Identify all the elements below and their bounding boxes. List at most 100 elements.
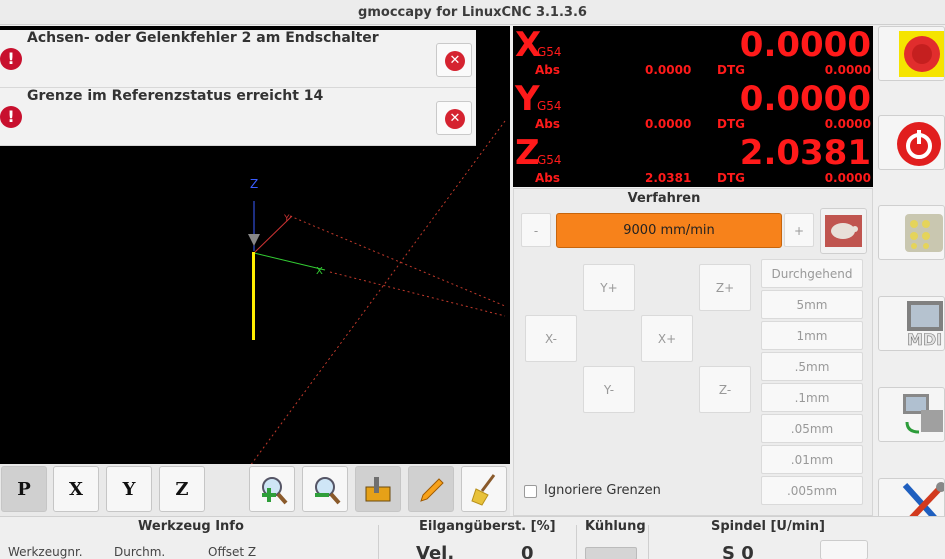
spindle-control-button[interactable] (820, 540, 868, 559)
view-y-button[interactable]: Y (106, 466, 152, 512)
limit-line (329, 271, 506, 317)
view-x-icon: X (69, 479, 83, 500)
axis-value: 0.0000 (739, 79, 871, 119)
emergency-stop-button[interactable] (878, 26, 945, 81)
axis-letter: Y (515, 79, 540, 119)
tool-offset-header: Offset Z (208, 545, 257, 559)
abs-value: 0.0000 (645, 63, 692, 77)
abs-label: Abs (535, 117, 561, 131)
tool-number-header: Werkzeugnr. (8, 545, 83, 559)
view-p-icon: P (17, 479, 31, 500)
machine-power-button[interactable] (878, 115, 945, 170)
tool-cone (248, 234, 260, 246)
view-y-icon: Y (122, 479, 136, 500)
status-area: Werkzeug Info Werkzeugnr. Durchm. Offset… (0, 516, 945, 559)
view-x-button[interactable]: X (53, 466, 99, 512)
increment-001mm[interactable]: .01mm (761, 445, 863, 474)
coord-system: G54 (537, 99, 562, 113)
abs-value: 2.0381 (645, 171, 692, 185)
increment-01mm[interactable]: .1mm (761, 383, 863, 412)
view-p-button[interactable]: P (1, 466, 47, 512)
jog-z-minus-button[interactable]: Z- (699, 366, 751, 413)
zoom-out-button[interactable] (302, 466, 348, 512)
divider (648, 525, 649, 559)
z-axis-label: Z (250, 177, 258, 191)
turtle-jog-button[interactable] (820, 208, 867, 254)
rapid-override-label: Vel. (416, 543, 455, 559)
coolant-button[interactable] (585, 547, 637, 559)
divider (378, 525, 379, 559)
clear-plot-button[interactable] (461, 466, 507, 512)
dismiss-message-button[interactable]: ✕ (436, 101, 472, 135)
dro-display: X G54 0.0000 Abs 0.0000 DTG 0.0000 Y G54… (513, 26, 873, 187)
x-axis-label: X (316, 266, 323, 277)
emergency-stop-icon (899, 31, 944, 77)
dro-row-y[interactable]: Y G54 0.0000 Abs 0.0000 DTG 0.0000 (513, 80, 873, 134)
jog-x-plus-button[interactable]: X+ (641, 315, 693, 362)
tool-path (252, 252, 255, 340)
coord-system: G54 (537, 45, 562, 59)
error-message: ! Grenze im Referenzstatus erreicht 14 ✕ (0, 88, 476, 146)
view-z-button[interactable]: Z (159, 466, 205, 512)
pencil-icon (420, 478, 444, 502)
coord-system: G54 (537, 153, 562, 167)
manual-mode-icon (905, 214, 943, 252)
jog-speed-field[interactable]: 9000 mm/min (556, 213, 782, 248)
jog-y-plus-button[interactable]: Y+ (583, 264, 635, 311)
limit-line (250, 120, 506, 464)
jog-speed-plus-button[interactable]: + (784, 213, 814, 247)
jog-y-minus-button[interactable]: Y- (583, 366, 635, 413)
dro-row-z[interactable]: Z G54 2.0381 Abs 2.0381 DTG 0.0000 (513, 134, 873, 187)
axis-letter: Z (515, 133, 540, 173)
dro-row-x[interactable]: X G54 0.0000 Abs 0.0000 DTG 0.0000 (513, 26, 873, 80)
jog-panel: Verfahren - 9000 mm/min + Y+ Z+ X- X+ Y-… (513, 188, 873, 516)
limit-line (289, 215, 506, 307)
increment-1mm[interactable]: 1mm (761, 321, 863, 350)
auto-mode-button[interactable] (878, 387, 945, 442)
manual-mode-button[interactable] (878, 205, 945, 260)
dtg-value: 0.0000 (824, 171, 871, 185)
error-icon: ! (0, 48, 22, 70)
dtg-label: DTG (717, 171, 745, 185)
increment-continuous[interactable]: Durchgehend (761, 259, 863, 288)
abs-label: Abs (535, 63, 561, 77)
right-sidebar: MDI (873, 26, 945, 559)
dismiss-message-button[interactable]: ✕ (436, 43, 472, 77)
error-message: ! Achsen- oder Gelenkfehler 2 am Endscha… (0, 30, 476, 88)
dtg-label: DTG (717, 117, 745, 131)
ignore-limits-label: Ignoriere Grenzen (544, 483, 661, 498)
jog-speed-minus-button[interactable]: - (521, 213, 551, 247)
increment-0005mm[interactable]: .005mm (761, 476, 863, 505)
zoom-in-icon (262, 477, 288, 505)
jog-z-plus-button[interactable]: Z+ (699, 264, 751, 311)
power-icon (897, 122, 941, 166)
measure-icon (365, 477, 391, 502)
dtg-value: 0.0000 (824, 117, 871, 131)
increment-005mm[interactable]: .05mm (761, 414, 863, 443)
abs-label: Abs (535, 171, 561, 185)
mdi-mode-button[interactable]: MDI (878, 296, 945, 351)
measure-button[interactable] (355, 466, 401, 512)
increment-5mm[interactable]: 5mm (761, 290, 863, 319)
auto-mode-icon (903, 394, 943, 434)
jog-title: Verfahren (627, 191, 701, 206)
spindle-title: Spindel [U/min] (711, 519, 825, 534)
tool-diameter-header: Durchm. (114, 545, 166, 559)
increment-05mm[interactable]: .5mm (761, 352, 863, 381)
broom-icon (471, 474, 496, 506)
ignore-limits-checkbox[interactable] (524, 485, 537, 498)
rapid-override-value: 0 (521, 543, 534, 559)
dtg-value: 0.0000 (824, 63, 871, 77)
preview-toolbar: P X Y Z (0, 464, 510, 516)
mdi-label: MDI (907, 330, 942, 349)
error-message-text: Achsen- oder Gelenkfehler 2 am Endschalt… (27, 30, 379, 46)
gcode-preview[interactable]: Z X Y ! Achsen- oder Gelenkfehler 2 am E… (0, 26, 510, 464)
pencil-button[interactable] (408, 466, 454, 512)
axis-value: 2.0381 (739, 133, 871, 173)
zoom-in-button[interactable] (249, 466, 295, 512)
rapid-override-title: Eilgangüberst. [%] (419, 519, 556, 534)
jog-x-minus-button[interactable]: X- (525, 315, 577, 362)
tool-info-title: Werkzeug Info (138, 519, 244, 534)
mdi-icon: MDI (907, 301, 943, 349)
dtg-label: DTG (717, 63, 745, 77)
